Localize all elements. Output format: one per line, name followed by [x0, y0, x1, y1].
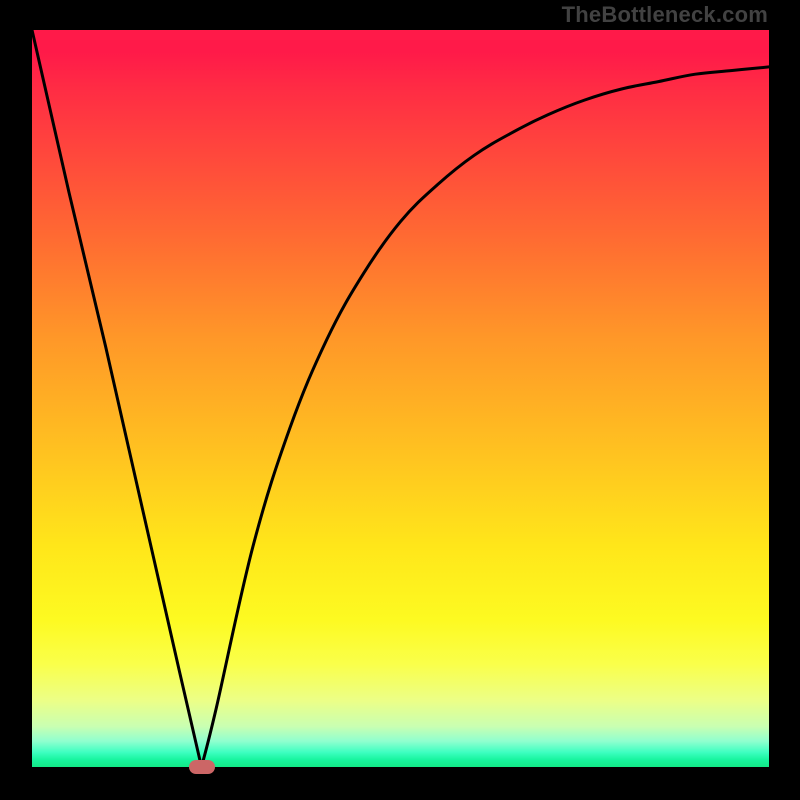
app-frame: TheBottleneck.com [0, 0, 800, 800]
watermark-text: TheBottleneck.com [562, 2, 768, 28]
bottleneck-curve [32, 30, 769, 767]
chart-area [32, 30, 769, 767]
curve-svg [32, 30, 769, 767]
minimum-indicator [189, 760, 215, 774]
